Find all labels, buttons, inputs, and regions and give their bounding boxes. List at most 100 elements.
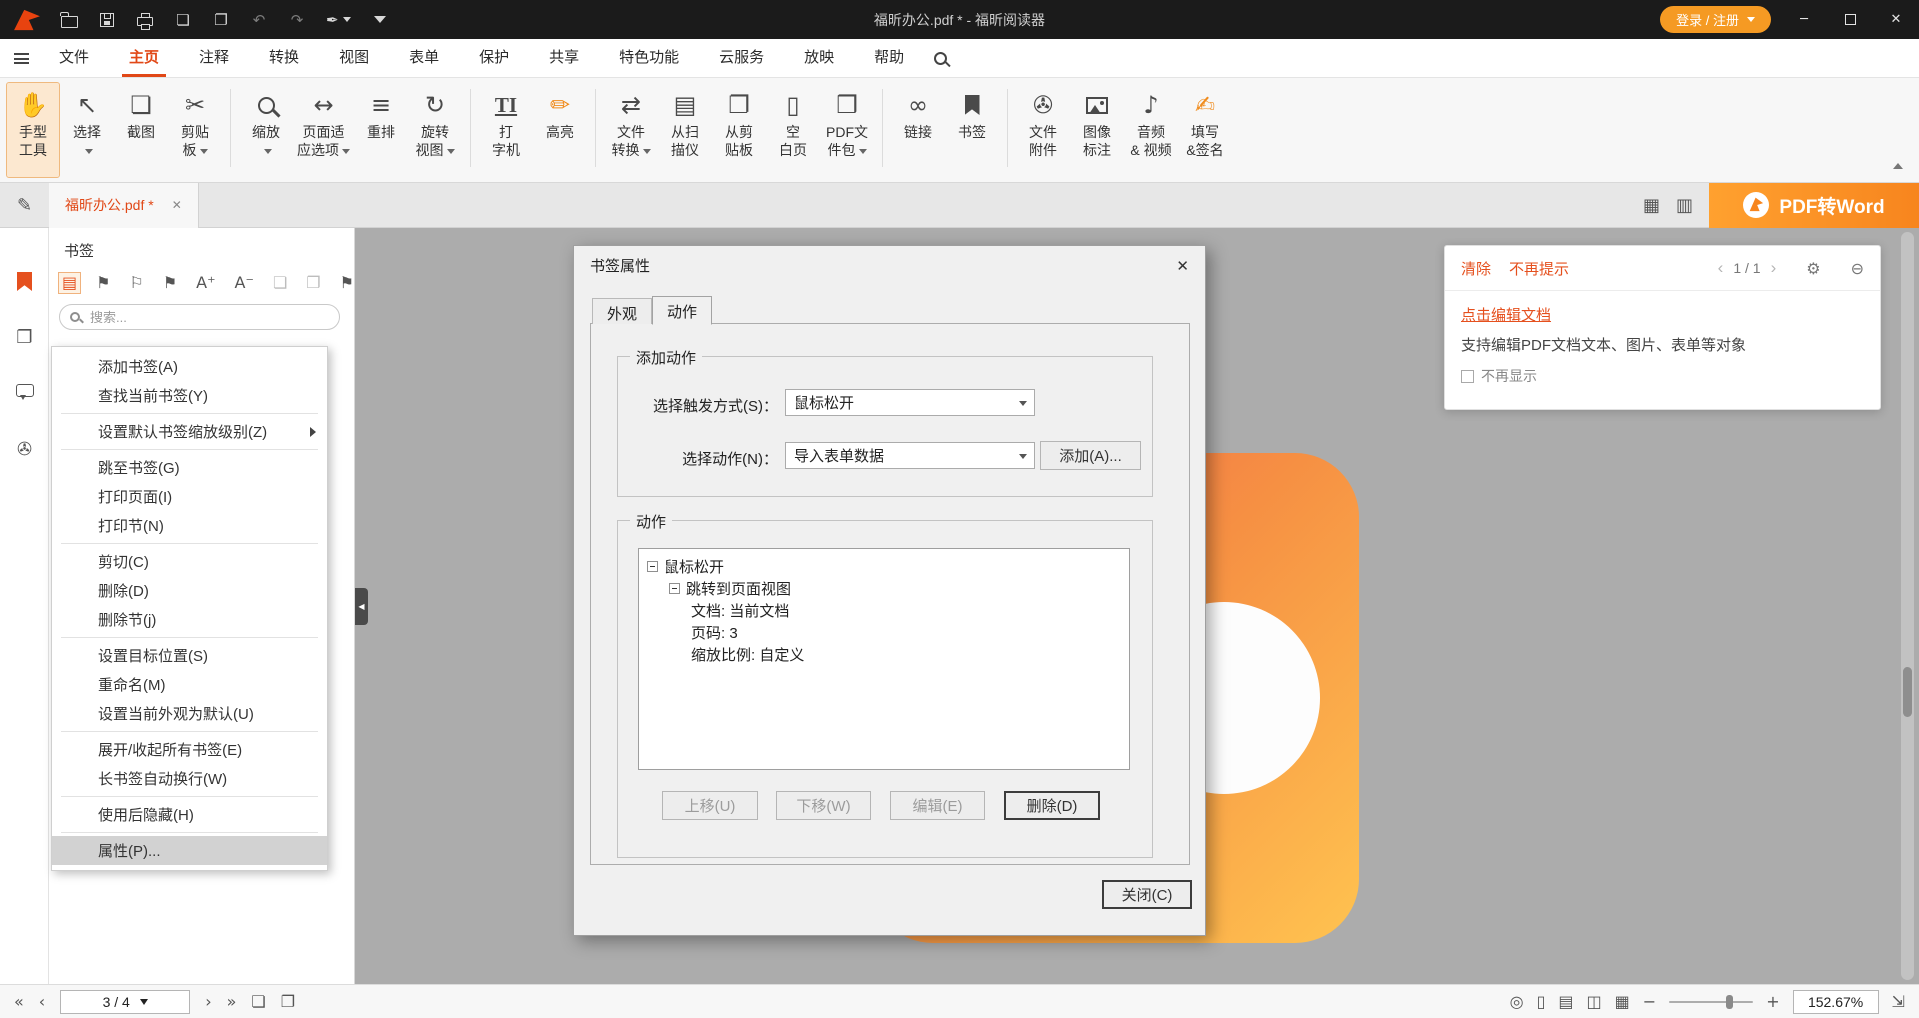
fullscreen-icon[interactable]: ⇲: [1892, 994, 1905, 1010]
context-menu-item-0[interactable]: 添加书签(A): [52, 352, 327, 381]
attachments-panel-icon[interactable]: ✇: [0, 439, 49, 460]
file-convert-button[interactable]: ⇄文件转换: [605, 83, 657, 177]
move-down-button[interactable]: 下移(W): [776, 791, 871, 820]
menu-tab-6[interactable]: 保护: [472, 39, 516, 77]
menu-tab-4[interactable]: 视图: [332, 39, 376, 77]
action-tree-row-3[interactable]: 页码: 3: [647, 621, 1121, 643]
image-annotation-button[interactable]: 图像标注: [1071, 83, 1123, 177]
save-icon[interactable]: [98, 9, 116, 31]
action-tree-row-0[interactable]: 鼠标松开: [647, 555, 1121, 577]
bookmark-destination-icon[interactable]: ⚑: [160, 273, 180, 293]
context-menu-item-15[interactable]: 设置当前外观为默认(U): [52, 699, 327, 728]
menu-tab-8[interactable]: 特色功能: [612, 39, 686, 77]
fit-page-button[interactable]: ↔页面适应选项: [294, 83, 353, 177]
context-menu-item-7[interactable]: 打印节(N): [52, 511, 327, 540]
quick-edit-pencil-icon[interactable]: ✎: [0, 195, 49, 216]
from-clipboard-button[interactable]: ❐从剪贴板: [713, 83, 765, 177]
bookmark-settings-icon[interactable]: ⚑: [337, 273, 357, 293]
from-scanner-button[interactable]: ▤从扫描仪: [659, 83, 711, 177]
comments-panel-icon[interactable]: [0, 381, 49, 397]
dont-show-checkbox[interactable]: [1461, 370, 1474, 383]
delete-action-button[interactable]: 删除(D): [1004, 791, 1100, 820]
tip-collapse-icon[interactable]: ⊖: [1851, 259, 1864, 278]
menu-tab-7[interactable]: 共享: [542, 39, 586, 77]
reflow-button[interactable]: ≡重排: [355, 83, 407, 177]
delete-bookmark-icon[interactable]: ⚐: [126, 273, 146, 293]
action-tree-row-1[interactable]: 跳转到页面视图: [647, 577, 1121, 599]
page-indicator-box[interactable]: 3 / 4: [60, 990, 190, 1014]
zoom-slider[interactable]: [1669, 1001, 1753, 1003]
close-window-button[interactable]: ✕: [1873, 0, 1919, 39]
menu-tab-2[interactable]: 注释: [192, 39, 236, 77]
undo-icon[interactable]: ↶: [250, 9, 268, 31]
context-menu-item-20[interactable]: 使用后隐藏(H): [52, 800, 327, 829]
context-menu-item-22[interactable]: 属性(P)...: [52, 836, 327, 865]
blank-page-button[interactable]: ▯空白页: [767, 83, 819, 177]
no-prompt-link[interactable]: 不再提示: [1509, 258, 1569, 279]
first-page-icon[interactable]: «: [14, 994, 24, 1010]
prev-tip-icon[interactable]: ‹: [1718, 258, 1724, 278]
panel-collapse-handle[interactable]: ◀: [355, 588, 368, 625]
open-file-icon[interactable]: [60, 9, 78, 31]
menu-tab-9[interactable]: 云服务: [712, 39, 771, 77]
facing-view-icon[interactable]: ◫: [1587, 994, 1602, 1010]
next-page-icon[interactable]: ›: [205, 994, 211, 1010]
bookmark-search-input[interactable]: [88, 309, 329, 326]
menu-tab-11[interactable]: 帮助: [867, 39, 911, 77]
menu-tab-1[interactable]: 主页: [122, 39, 166, 77]
bookmark-button[interactable]: 书签: [946, 83, 998, 177]
typewriter-button[interactable]: TI打字机: [480, 83, 532, 177]
last-page-icon[interactable]: »: [227, 994, 237, 1010]
continuous-view-icon[interactable]: ▤: [1558, 994, 1573, 1010]
menu-tab-5[interactable]: 表单: [402, 39, 446, 77]
pages-panel-icon[interactable]: ❐: [0, 327, 49, 348]
actions-tree[interactable]: 鼠标松开跳转到页面视图文档: 当前文档页码: 3缩放比例: 自定义: [638, 548, 1130, 770]
context-menu-item-3[interactable]: 设置默认书签缩放级别(Z): [52, 417, 327, 446]
hand-tool-button[interactable]: ✋手型工具: [7, 83, 59, 177]
reading-mode-icon[interactable]: ▥: [1676, 195, 1693, 216]
context-menu-item-1[interactable]: 查找当前书签(Y): [52, 381, 327, 410]
zoom-slider-thumb[interactable]: [1726, 995, 1733, 1009]
pen-tool-icon[interactable]: ✒: [326, 9, 351, 31]
menu-tab-3[interactable]: 转换: [262, 39, 306, 77]
select-button[interactable]: ↖选择: [61, 83, 113, 177]
context-menu-item-14[interactable]: 重命名(M): [52, 670, 327, 699]
snapshot-button[interactable]: ❏截图: [115, 83, 167, 177]
zoom-out-icon[interactable]: −: [1643, 994, 1656, 1010]
move-up-button[interactable]: 上移(U): [662, 791, 758, 820]
restore-button[interactable]: [1827, 0, 1873, 39]
pdf-to-word-banner[interactable]: PDF转Word: [1709, 183, 1919, 228]
context-menu-item-9[interactable]: 剪切(C): [52, 547, 327, 576]
auto-scroll-eye-icon[interactable]: ◎: [1510, 994, 1524, 1010]
context-menu-item-6[interactable]: 打印页面(I): [52, 482, 327, 511]
document-tab[interactable]: 福昕办公.pdf * ✕: [49, 183, 199, 228]
export-pdf-icon[interactable]: ❏: [174, 9, 192, 31]
context-menu-item-18[interactable]: 长书签自动换行(W): [52, 764, 327, 793]
link-button[interactable]: ∞链接: [892, 83, 944, 177]
multi-tab-grid-icon[interactable]: ▦: [1643, 195, 1660, 216]
collapse-all-bookmarks-icon[interactable]: ❐: [303, 273, 323, 293]
print-icon[interactable]: [136, 9, 154, 31]
rotate-view-button[interactable]: ↻旋转视图: [409, 83, 461, 177]
context-menu-item-5[interactable]: 跳至书签(G): [52, 453, 327, 482]
edit-action-button[interactable]: 编辑(E): [890, 791, 985, 820]
pdf-portfolio-button[interactable]: ❒PDF文件包: [821, 83, 873, 177]
single-page-view-icon[interactable]: ▯: [1537, 994, 1546, 1010]
context-menu-item-11[interactable]: 删除节(j): [52, 605, 327, 634]
minimize-button[interactable]: ─: [1781, 0, 1827, 39]
collapse-bookmark-icon[interactable]: A⁻: [232, 273, 257, 293]
action-tree-row-2[interactable]: 文档: 当前文档: [647, 599, 1121, 621]
hamburger-menu-icon[interactable]: [14, 53, 29, 64]
context-menu-item-10[interactable]: 删除(D): [52, 576, 327, 605]
tree-expander-icon[interactable]: [647, 561, 658, 572]
action-select[interactable]: 导入表单数据: [785, 442, 1035, 469]
expand-all-bookmarks-icon[interactable]: ❏: [270, 273, 290, 293]
dialog-close-button[interactable]: 关闭(C): [1102, 880, 1192, 909]
tab-action[interactable]: 动作: [652, 296, 712, 325]
page-list-caret-icon[interactable]: [140, 999, 148, 1005]
bookmarks-panel-icon[interactable]: [0, 272, 49, 291]
customize-toolbar-icon[interactable]: [371, 9, 389, 31]
dialog-close-icon[interactable]: ✕: [1176, 257, 1189, 275]
audio-video-button[interactable]: ♪音频& 视频: [1125, 83, 1177, 177]
zoom-level-box[interactable]: 152.67%: [1793, 990, 1879, 1014]
